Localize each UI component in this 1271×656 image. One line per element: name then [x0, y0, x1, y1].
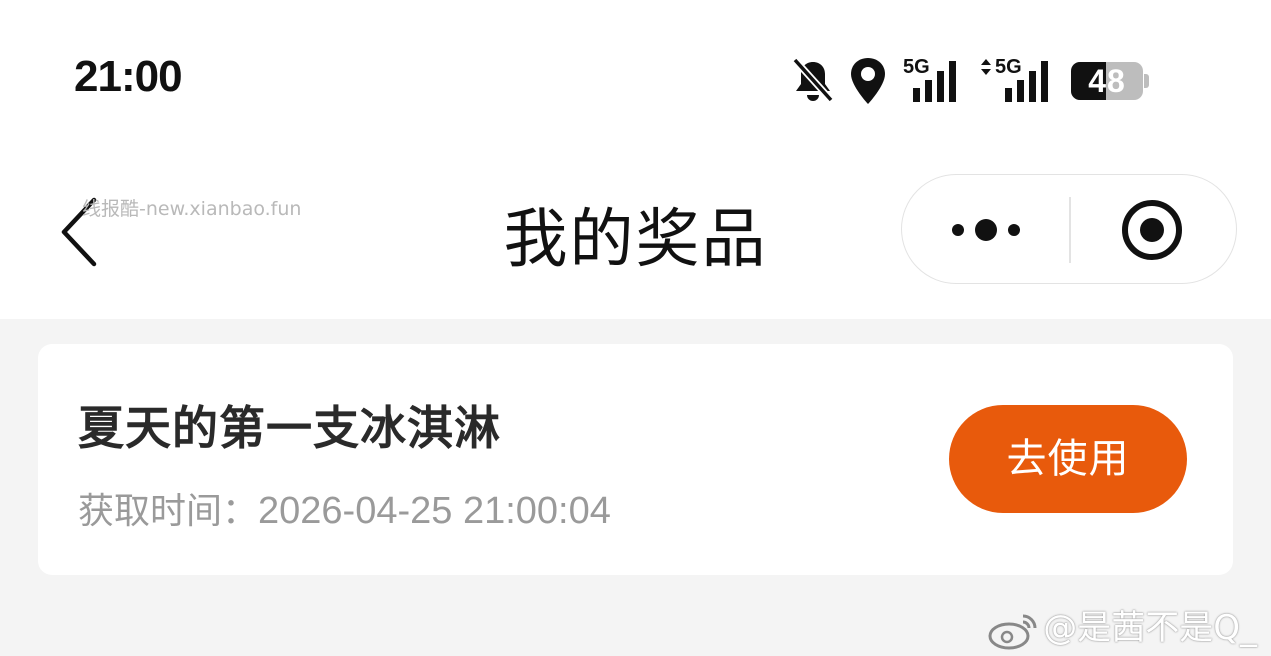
watermark-text: 线报酷-new.xianbao.fun	[82, 198, 302, 220]
weibo-logo-icon	[988, 614, 1037, 649]
location-pin-icon	[851, 58, 885, 104]
signal-5g-data-label: 5G	[995, 56, 1022, 78]
capsule-divider	[1069, 197, 1071, 263]
weibo-watermark: @是茜不是Q_	[987, 600, 1257, 650]
prize-card: 夏天的第一支冰淇淋 获取时间：2026-04-25 21:00:04 去使用	[38, 344, 1233, 575]
status-icons: 5G 5G 48	[791, 56, 1171, 106]
obtain-time-value: 2026-04-25 21:00:04	[258, 490, 611, 532]
obtain-time-row: 获取时间：2026-04-25 21:00:04	[78, 482, 611, 534]
target-circle-icon	[1122, 200, 1182, 260]
status-time: 21:00	[74, 52, 183, 101]
obtain-time-label: 获取时间：	[78, 491, 259, 532]
bell-off-icon	[792, 57, 834, 103]
more-dots-icon	[952, 219, 1020, 241]
more-button[interactable]	[932, 195, 1042, 265]
status-bar: 21:00 5G 5G 48	[0, 0, 1271, 150]
app-screen: 21:00 5G 5G 48 我的奖品 线报酷-new.xianbao.fun …	[0, 0, 1271, 656]
capsule-menu	[901, 174, 1237, 284]
close-miniapp-button[interactable]	[1112, 193, 1192, 267]
use-button[interactable]: 去使用	[949, 405, 1187, 513]
prize-name: 夏天的第一支冰淇淋	[78, 401, 501, 455]
battery-icon: 48	[1071, 62, 1149, 100]
weibo-handle: @是茜不是Q_	[1043, 608, 1257, 648]
signal-5g-label: 5G	[903, 56, 930, 78]
battery-level: 48	[1088, 63, 1126, 99]
nav-bar: 我的奖品 线报酷-new.xianbao.fun	[0, 150, 1271, 319]
